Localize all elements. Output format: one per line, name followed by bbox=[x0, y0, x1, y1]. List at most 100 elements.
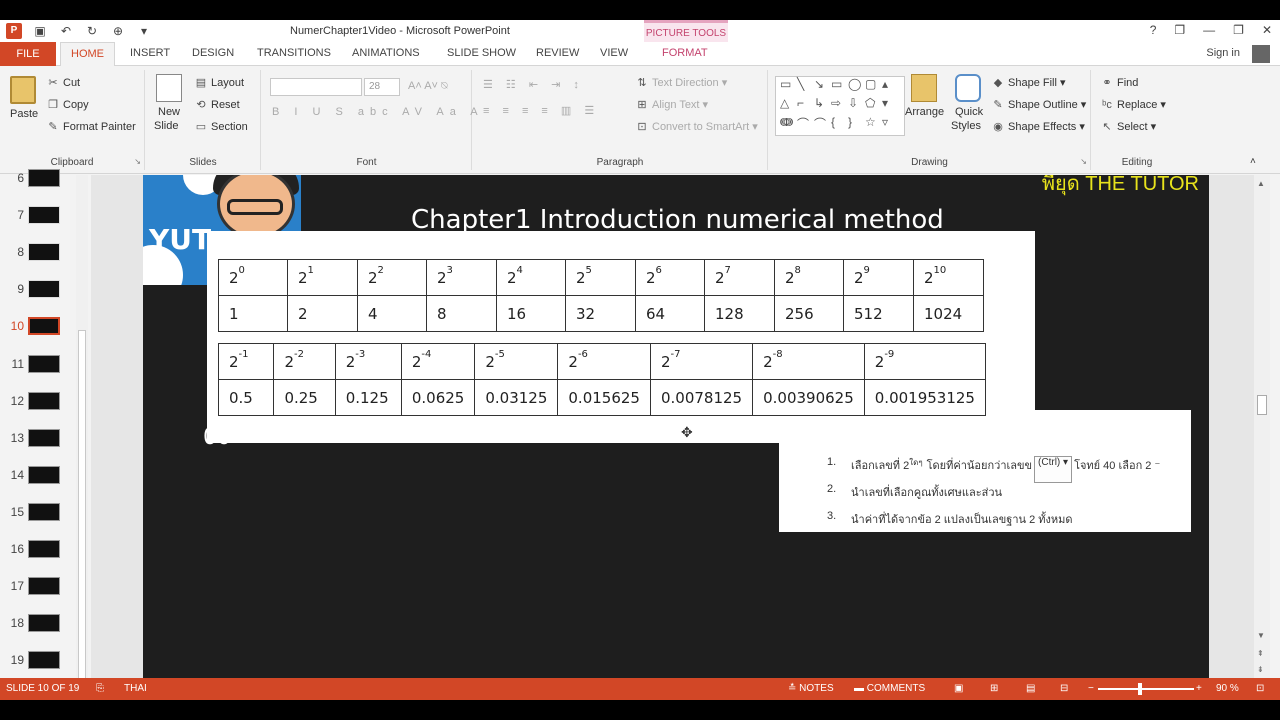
brace-right-shape-icon[interactable]: } bbox=[848, 115, 865, 134]
user-avatar[interactable] bbox=[1252, 45, 1270, 63]
thumbnail-scrollbar[interactable] bbox=[76, 175, 88, 692]
tab-animations[interactable]: ANIMATIONS bbox=[352, 47, 420, 59]
tab-slide-show[interactable]: SLIDE SHOW bbox=[447, 47, 516, 59]
tab-home[interactable]: HOME bbox=[60, 42, 115, 67]
zoom-out-icon[interactable]: − bbox=[1088, 683, 1094, 694]
shape-effects-button[interactable]: ◉ Shape Effects ▾ bbox=[991, 120, 1085, 133]
reading-view-icon[interactable]: ▤ bbox=[1026, 683, 1035, 694]
textbox-shape-icon[interactable]: ▭ bbox=[780, 77, 797, 96]
zoom-level[interactable]: 90 % bbox=[1216, 683, 1239, 694]
triangle-shape-icon[interactable]: △ bbox=[780, 96, 797, 115]
shapes-gallery[interactable]: ▭ ╲ ↘ ▭ ◯ ▢ ▴ △ ⌐ ↳ ⇨ ⇩ ⬠ ▾ ↈ ⌒ ⌒{} ☆ ▿ bbox=[775, 76, 905, 136]
powers-table-image[interactable]: 20 21 22 23 24 25 26 27 28 29 210 1 2 4 8 16 32 64 128 256 5… bbox=[207, 231, 1035, 443]
next-slide-icon[interactable]: ⇟ bbox=[1257, 665, 1264, 674]
ribbon-display-icon[interactable]: ❐ bbox=[1174, 23, 1185, 37]
zoom-slider[interactable] bbox=[1098, 688, 1194, 690]
freeform-shape-icon[interactable]: ↈ bbox=[780, 115, 797, 134]
gallery-up-icon[interactable]: ▴ bbox=[882, 77, 899, 96]
notes-button[interactable]: ≛ NOTES bbox=[788, 683, 834, 694]
drawing-launcher-icon[interactable]: ↘ bbox=[1080, 157, 1087, 166]
help-icon[interactable]: ? bbox=[1150, 23, 1157, 37]
normal-view-icon[interactable]: ▣ bbox=[954, 683, 963, 694]
copy-button[interactable]: ❐ Copy bbox=[46, 98, 89, 111]
tab-transitions[interactable]: TRANSITIONS bbox=[257, 47, 331, 59]
clipboard-launcher-icon[interactable]: ↘ bbox=[134, 157, 141, 166]
format-painter-button[interactable]: ✎ Format Painter bbox=[46, 120, 135, 133]
paste-options-button[interactable]: (Ctrl) ▾ bbox=[1034, 456, 1073, 483]
select-button[interactable]: ↖ Select ▾ bbox=[1100, 120, 1156, 133]
slide-sorter-icon[interactable]: ⊞ bbox=[990, 683, 998, 694]
gallery-down-icon[interactable]: ▾ bbox=[882, 96, 899, 115]
undo-icon[interactable]: ↶ bbox=[58, 23, 74, 39]
align-text-button[interactable]: ⊞ Align Text ▾ bbox=[635, 98, 708, 111]
down-arrow-shape-icon[interactable]: ⇩ bbox=[848, 96, 865, 115]
shape-fill-button[interactable]: ◆ Shape Fill ▾ bbox=[991, 76, 1066, 89]
tab-design[interactable]: DESIGN bbox=[192, 47, 234, 59]
slideshow-view-icon[interactable]: ⊟ bbox=[1060, 683, 1068, 694]
layout-button[interactable]: ▤ Layout bbox=[194, 76, 244, 89]
scroll-down-icon[interactable]: ▼ bbox=[1257, 631, 1265, 640]
tab-file[interactable]: FILE bbox=[0, 42, 56, 66]
arc-shape-icon[interactable]: ⌒ bbox=[814, 115, 831, 134]
convert-smartart-button[interactable]: ⊡ Convert to SmartArt ▾ bbox=[635, 120, 757, 133]
paste-button[interactable]: Paste bbox=[10, 108, 38, 120]
font-size-dropdown[interactable]: 28 bbox=[364, 78, 400, 96]
save-icon[interactable]: ▣ bbox=[32, 23, 48, 39]
quick-styles-button-line2[interactable]: Styles bbox=[951, 120, 981, 132]
minimize-icon[interactable]: — bbox=[1203, 23, 1215, 37]
grow-font-icon[interactable]: A˄ A˅ ⍉ bbox=[408, 80, 448, 93]
elbow-shape-icon[interactable]: ⌐ bbox=[797, 96, 814, 115]
new-slide-button-line2[interactable]: Slide bbox=[154, 120, 178, 132]
quick-styles-button[interactable]: Quick bbox=[955, 106, 983, 118]
scroll-up-icon[interactable]: ▲ bbox=[1257, 179, 1265, 188]
rounded-rect-shape-icon[interactable]: ▢ bbox=[865, 77, 882, 96]
text-direction-button[interactable]: ⇅ Text Direction ▾ bbox=[635, 76, 727, 89]
elbow-arrow-shape-icon[interactable]: ↳ bbox=[814, 96, 831, 115]
section-button[interactable]: ▭ Section bbox=[194, 120, 248, 133]
line-shape-icon[interactable]: ╲ bbox=[797, 77, 814, 96]
find-button[interactable]: ⚭ Find bbox=[1100, 76, 1138, 89]
reset-button[interactable]: ⟲ Reset bbox=[194, 98, 239, 111]
arrow-line-shape-icon[interactable]: ↘ bbox=[814, 77, 831, 96]
comments-button[interactable]: ▬ COMMENTS bbox=[854, 683, 925, 694]
fit-to-window-icon[interactable]: ⊡ bbox=[1256, 683, 1264, 694]
slide-canvas[interactable]: YUT พี่ยุด THE TUTOR Chapter1 Introducti… bbox=[143, 175, 1209, 692]
cut-button[interactable]: ✂ Cut bbox=[46, 76, 80, 89]
language-indicator[interactable]: THAI bbox=[124, 683, 147, 694]
thumbnail-scroll-thumb[interactable] bbox=[78, 330, 86, 690]
font-format-buttons[interactable]: B I U S abc AV Aa A bbox=[272, 106, 484, 118]
gallery-more-icon[interactable]: ▿ bbox=[882, 115, 899, 134]
brace-left-shape-icon[interactable]: { bbox=[831, 115, 848, 134]
align-buttons[interactable]: ≡ ≡ ≡ ≡ ▥ ☰ bbox=[483, 104, 599, 117]
editor-scroll-thumb[interactable] bbox=[1257, 395, 1267, 415]
close-icon[interactable]: ✕ bbox=[1262, 23, 1272, 37]
sign-in-link[interactable]: Sign in bbox=[1206, 47, 1240, 59]
arrange-button[interactable]: Arrange bbox=[905, 106, 944, 118]
rectangle-shape-icon[interactable]: ▭ bbox=[831, 77, 848, 96]
list-buttons[interactable]: ☰ ☷ ⇤ ⇥ ↕ bbox=[483, 78, 584, 91]
pentagon-shape-icon[interactable]: ⬠ bbox=[865, 96, 882, 115]
redo-icon[interactable]: ↻ bbox=[84, 23, 100, 39]
shape-outline-button[interactable]: ✎ Shape Outline ▾ bbox=[991, 98, 1086, 111]
zoom-slider-thumb[interactable] bbox=[1138, 683, 1142, 695]
font-name-dropdown[interactable] bbox=[270, 78, 362, 96]
zoom-in-icon[interactable]: + bbox=[1196, 683, 1202, 694]
collapse-ribbon-icon[interactable]: ˄ bbox=[1250, 156, 1256, 167]
new-slide-icon[interactable] bbox=[156, 74, 182, 102]
customize-qat-icon[interactable]: ▾ bbox=[136, 23, 152, 39]
spellcheck-icon[interactable]: ⎘ bbox=[96, 683, 104, 694]
start-from-beginning-icon[interactable]: ⊕ bbox=[110, 23, 126, 39]
replace-button[interactable]: ᵇc Replace ▾ bbox=[1100, 98, 1166, 111]
quick-styles-icon[interactable] bbox=[955, 74, 981, 102]
restore-icon[interactable]: ❐ bbox=[1233, 23, 1244, 37]
previous-slide-icon[interactable]: ⇞ bbox=[1257, 649, 1264, 658]
right-arrow-shape-icon[interactable]: ⇨ bbox=[831, 96, 848, 115]
tab-review[interactable]: REVIEW bbox=[536, 47, 579, 59]
arrange-icon[interactable] bbox=[911, 74, 937, 102]
tab-view[interactable]: VIEW bbox=[600, 47, 628, 59]
oval-shape-icon[interactable]: ◯ bbox=[848, 77, 865, 96]
tab-insert[interactable]: INSERT bbox=[130, 47, 170, 59]
star-shape-icon[interactable]: ☆ bbox=[865, 115, 882, 134]
tab-format[interactable]: FORMAT bbox=[662, 47, 708, 59]
paste-icon[interactable] bbox=[10, 76, 36, 104]
